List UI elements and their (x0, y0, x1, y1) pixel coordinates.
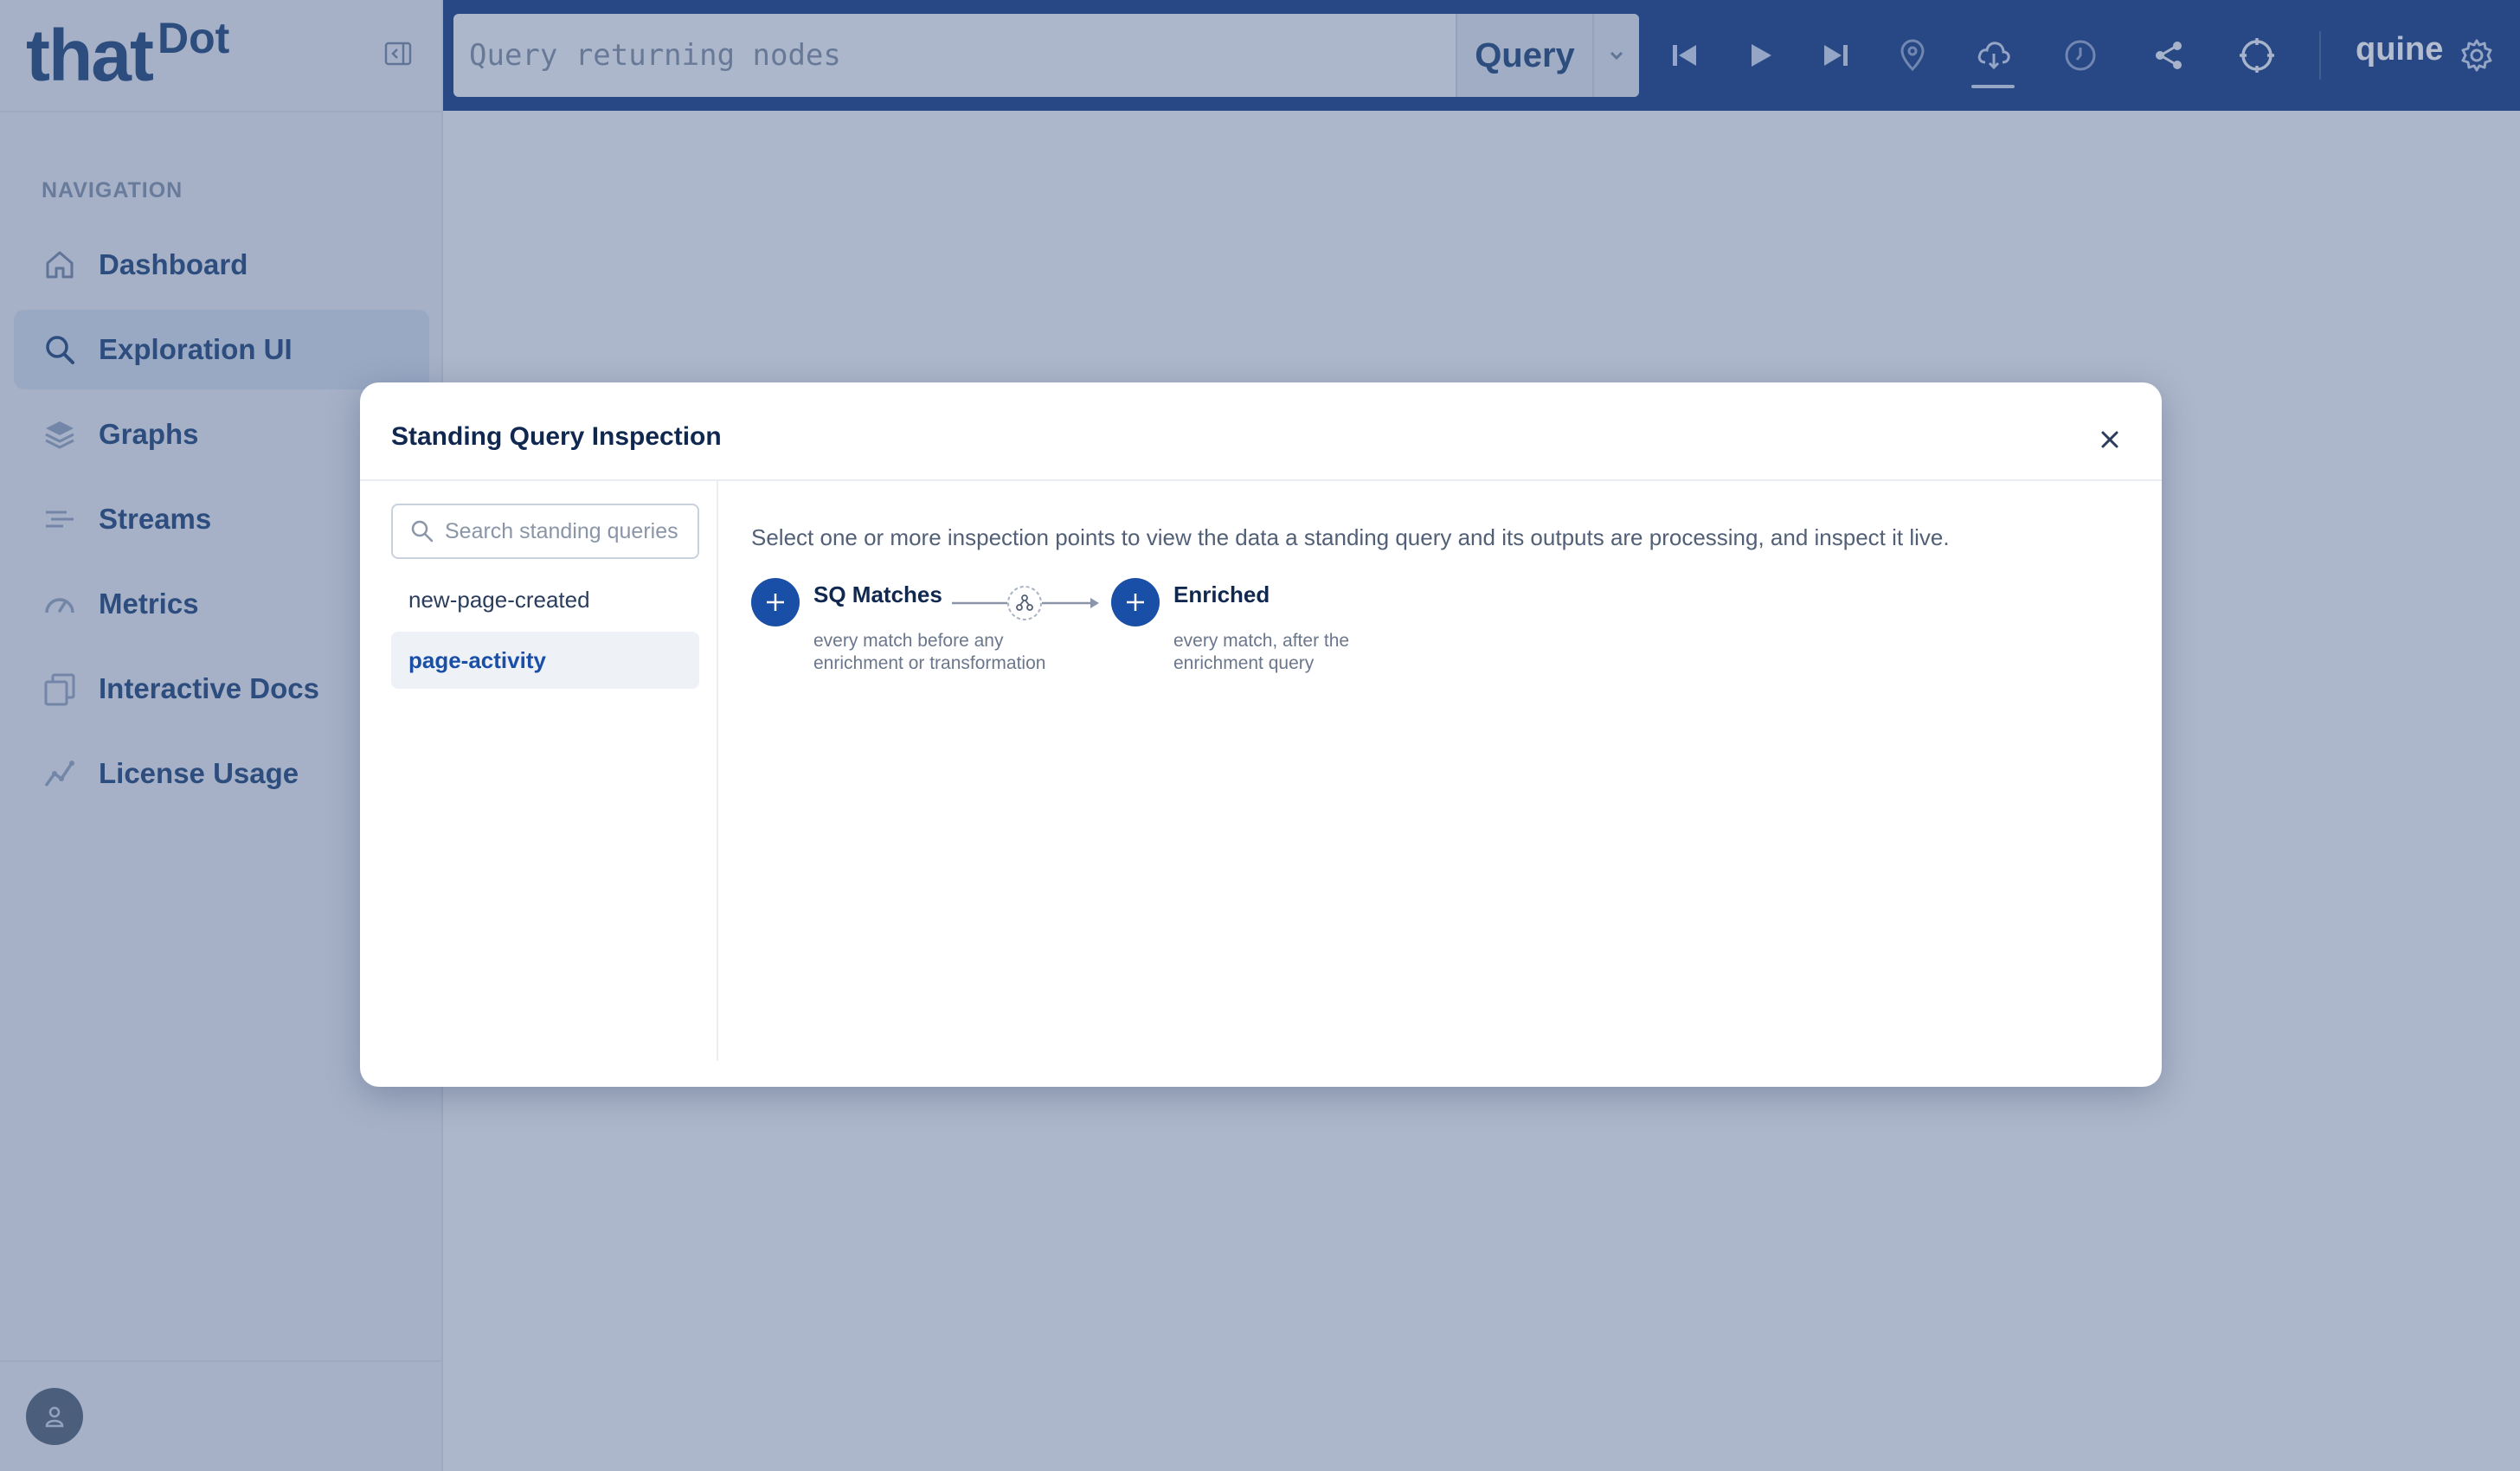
plus-icon (767, 594, 784, 611)
inspection-point-description: every match before any enrichment or tra… (813, 631, 1046, 673)
inspection-pane (720, 481, 2162, 1061)
standing-query-inspection-modal: Standing Query Inspection new-page-creat… (360, 382, 2162, 1087)
standing-query-item[interactable]: new-page-created (391, 571, 699, 628)
standing-query-search-input[interactable] (440, 506, 698, 556)
enrichment-query-icon (1016, 594, 1033, 611)
plus-icon (1127, 594, 1144, 611)
inspection-point-description: every match, after the enrichment query (1173, 631, 1350, 673)
standing-query-item[interactable]: page-activity (391, 632, 699, 689)
modal-title: Standing Query Inspection (391, 422, 722, 451)
close-modal-button[interactable] (2091, 421, 2129, 459)
inspection-point-title: Enriched (1173, 581, 1270, 607)
standing-query-list-pane: new-page-created page-activity (360, 481, 718, 1061)
standing-query-list: new-page-created page-activity (391, 571, 699, 692)
search-icon (405, 514, 440, 549)
add-inspection-point-button[interactable] (1111, 578, 1160, 626)
add-inspection-point-button[interactable] (751, 578, 800, 626)
inspection-point-title: SQ Matches (813, 581, 942, 607)
standing-query-search (391, 504, 699, 559)
close-icon (2101, 431, 2118, 448)
modal-header: Standing Query Inspection (360, 382, 2162, 481)
inspection-instructions: Select one or more inspection points to … (751, 524, 1950, 550)
